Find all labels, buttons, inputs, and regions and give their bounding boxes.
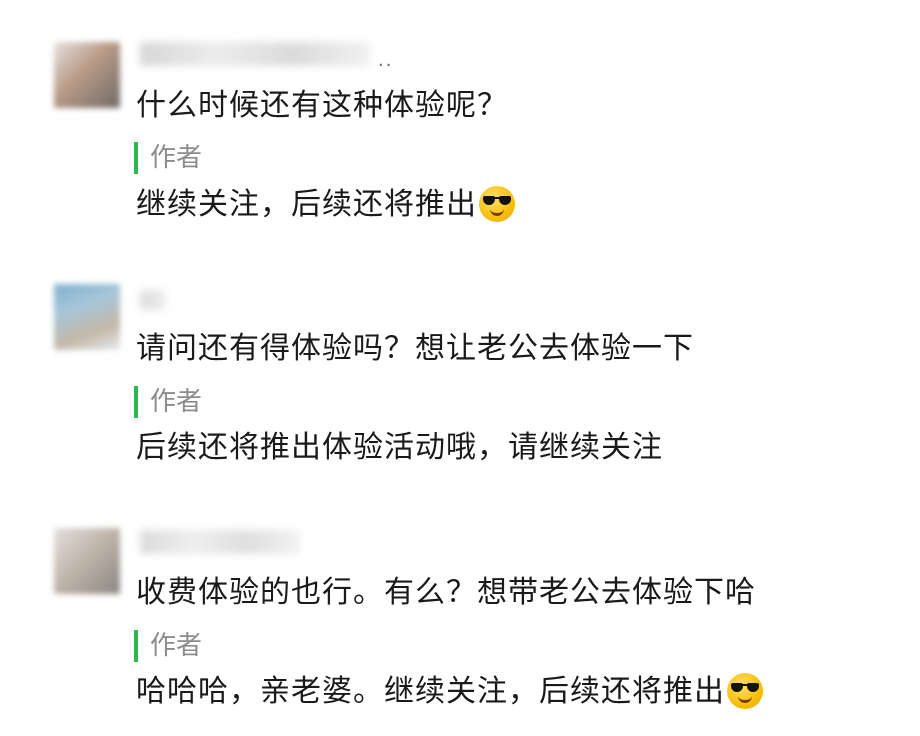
comment-item: 收费体验的也行。有么？想带老公去体验下哈 作者 哈哈哈，亲老婆。继续关注，后续还… [0,0,920,709]
author-reply-text: 后续还将推出体验活动哦，请继续关注 [136,430,663,465]
author-reply: 后续还将推出体验活动哦，请继续关注 [136,430,663,466]
avatar[interactable] [54,284,120,350]
comment-text: 收费体验的也行。有么？想带老公去体验下哈 [136,575,756,610]
author-reply-label: 作者 [134,630,202,662]
comment-text: 请问还有得体验吗？想让老公去体验一下 [136,331,694,366]
author-reply-text: 哈哈哈，亲老婆。继续关注，后续还将推出 [136,674,725,709]
cool-sunglasses-emoji-icon [727,673,763,709]
avatar[interactable] [54,528,120,594]
author-reply: 哈哈哈，亲老婆。继续关注，后续还将推出 [136,673,763,710]
author-reply-label: 作者 [134,386,202,418]
nickname-blurred [140,290,166,310]
nickname-blurred [140,530,300,554]
